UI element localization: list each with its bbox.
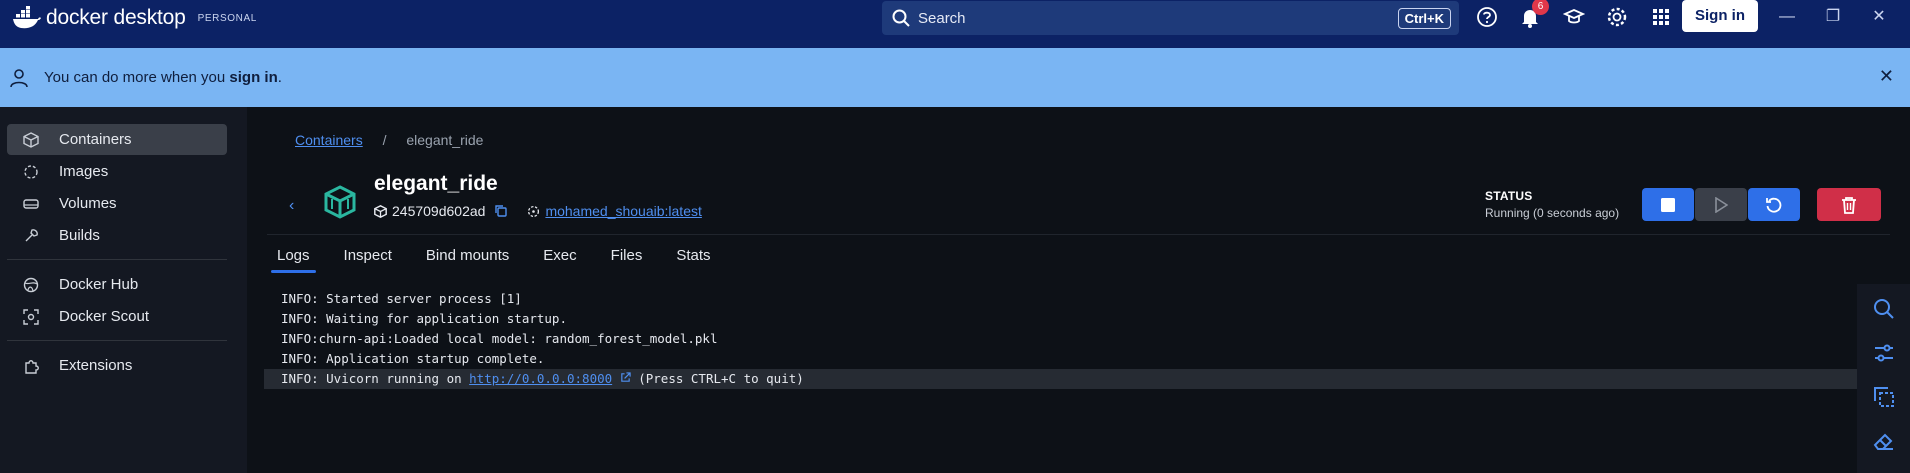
tab-files[interactable]: Files: [611, 247, 643, 272]
container-meta: 245709d602ad mohamed_shouaib:latest: [374, 203, 702, 219]
volumes-icon: [23, 198, 39, 209]
copy-icon[interactable]: [495, 205, 508, 217]
edition-label: PERSONAL: [197, 12, 257, 24]
help-icon[interactable]: [1476, 6, 1498, 28]
tab-inspect[interactable]: Inspect: [344, 247, 392, 272]
sidebar-item-extensions[interactable]: Extensions: [7, 350, 227, 381]
log-line: INFO: Started server process [1]: [281, 291, 522, 306]
stop-icon: [1661, 197, 1675, 212]
log-line: INFO: Application startup complete.: [281, 351, 545, 366]
sidebar-item-containers[interactable]: Containers: [7, 124, 227, 155]
eraser-icon[interactable]: [1872, 429, 1896, 453]
tab-logs[interactable]: Logs: [271, 247, 315, 273]
log-suffix: (Press CTRL+C to quit): [630, 371, 804, 386]
sidebar-item-label: Volumes: [59, 195, 117, 212]
images-icon: [24, 164, 38, 179]
start-button[interactable]: [1695, 188, 1747, 221]
builds-icon: [25, 228, 38, 241]
containers-icon: [23, 131, 39, 148]
tab-bar: Logs Inspect Bind mounts Exec Files Stat…: [271, 247, 745, 273]
grid-icon[interactable]: [1650, 6, 1672, 28]
gear-icon[interactable]: [1606, 6, 1628, 28]
brand-name: docker desktop: [46, 6, 186, 29]
main-content: Containers / elegant_ride ‹ elegant_ride…: [247, 107, 1910, 473]
extensions-icon: [25, 359, 39, 374]
breadcrumb-separator: /: [382, 132, 387, 148]
header-divider: [267, 234, 1890, 235]
minimize-icon[interactable]: —: [1774, 4, 1800, 30]
restart-button[interactable]: [1748, 188, 1800, 221]
play-icon: [1715, 196, 1728, 213]
trash-icon: [1842, 196, 1856, 214]
docker-logo: docker desktop PERSONAL: [12, 6, 257, 30]
stop-button[interactable]: [1642, 188, 1694, 221]
sidebar: Containers Images Volumes Builds Docker …: [0, 107, 247, 473]
image-link[interactable]: mohamed_shouaib:latest: [545, 203, 701, 219]
sidebar-divider: [7, 259, 227, 260]
breadcrumb: Containers / elegant_ride: [295, 132, 483, 148]
tab-exec[interactable]: Exec: [543, 247, 576, 272]
sidebar-item-volumes[interactable]: Volumes: [7, 188, 227, 219]
sidebar-item-label: Builds: [59, 227, 100, 244]
tab-bind-mounts[interactable]: Bind mounts: [426, 247, 509, 272]
learn-icon[interactable]: [1563, 6, 1585, 28]
search-placeholder: Search: [918, 9, 966, 27]
banner-signin-link[interactable]: sign in: [229, 69, 277, 86]
container-name: elegant_ride: [374, 172, 498, 195]
search-icon: [892, 9, 910, 27]
user-icon: [10, 68, 28, 87]
signin-banner: You can do more when you sign in. ✕: [0, 48, 1910, 107]
sidebar-item-label: Docker Hub: [59, 276, 139, 293]
tab-stats[interactable]: Stats: [676, 247, 710, 272]
log-url-link[interactable]: http://0.0.0.0:8000: [469, 371, 612, 386]
sidebar-item-label: Extensions: [59, 357, 133, 374]
banner-text: You can do more when you: [44, 69, 226, 86]
sidebar-item-label: Docker Scout: [59, 308, 150, 325]
sidebar-item-docker-hub[interactable]: Docker Hub: [7, 269, 227, 300]
restart-icon: [1766, 197, 1782, 213]
delete-button[interactable]: [1817, 188, 1881, 221]
search-logs-icon[interactable]: [1872, 297, 1896, 321]
sidebar-item-images[interactable]: Images: [7, 156, 227, 187]
docker-hub-icon: [23, 277, 39, 292]
container-id: 245709d602ad: [392, 203, 486, 219]
back-chevron-icon[interactable]: ‹: [289, 197, 294, 215]
log-line: INFO:churn-api:Loaded local model: rando…: [281, 331, 718, 346]
breadcrumb-containers-link[interactable]: Containers: [295, 132, 363, 148]
image-icon: [528, 205, 540, 217]
docker-whale-icon: [13, 6, 41, 29]
sidebar-item-label: Containers: [59, 131, 132, 148]
sign-in-button[interactable]: Sign in: [1682, 0, 1758, 32]
log-output[interactable]: INFO: Started server process [1] INFO: W…: [264, 289, 1857, 389]
sidebar-item-builds[interactable]: Builds: [7, 220, 227, 251]
container-icon: [324, 185, 356, 219]
sidebar-item-label: Images: [59, 163, 109, 180]
log-toolbar: [1857, 284, 1910, 473]
restore-icon[interactable]: ❐: [1820, 4, 1846, 30]
log-line: INFO: Waiting for application startup.: [281, 311, 567, 326]
title-bar: docker desktop PERSONAL Search Ctrl+K 6 …: [0, 0, 1910, 48]
close-banner-icon[interactable]: ✕: [1879, 66, 1894, 87]
copy-logs-icon[interactable]: [1872, 385, 1896, 409]
status-value: Running (0 seconds ago): [1485, 206, 1620, 220]
filter-icon[interactable]: [1872, 341, 1896, 365]
external-link-icon[interactable]: [620, 372, 631, 383]
cube-icon: [374, 204, 387, 218]
close-window-icon[interactable]: ✕: [1866, 4, 1892, 30]
breadcrumb-current: elegant_ride: [406, 132, 484, 148]
log-line-highlighted: INFO: Uvicorn running on http://0.0.0.0:…: [264, 369, 1857, 389]
status-block: STATUS Running (0 seconds ago): [1485, 189, 1619, 220]
banner-suffix: .: [277, 69, 282, 86]
sidebar-item-docker-scout[interactable]: Docker Scout: [7, 301, 227, 332]
search-shortcut: Ctrl+K: [1397, 8, 1451, 29]
search-bar[interactable]: Search Ctrl+K: [882, 1, 1459, 35]
notification-badge: 6: [1532, 0, 1549, 15]
sidebar-divider: [7, 340, 227, 341]
status-label: STATUS: [1485, 189, 1533, 203]
log-prefix: INFO: Uvicorn running on: [281, 371, 470, 386]
docker-scout-icon: [23, 308, 39, 325]
